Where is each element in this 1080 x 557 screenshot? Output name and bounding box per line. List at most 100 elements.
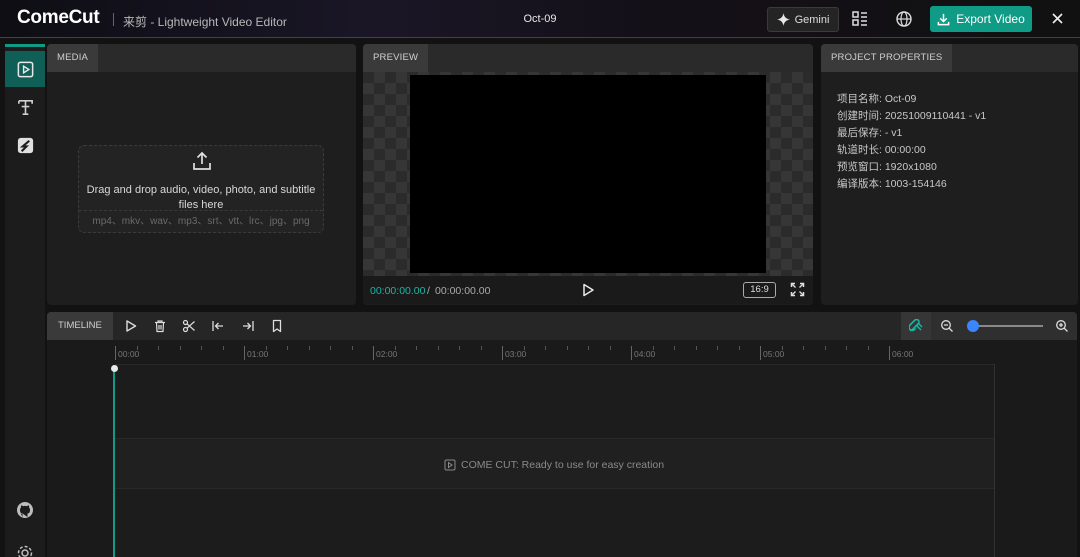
github-icon[interactable]	[16, 501, 34, 519]
ruler-minor-tick	[351, 346, 353, 350]
layout-icon[interactable]	[851, 10, 869, 28]
fullscreen-icon[interactable]	[790, 282, 805, 297]
timeline-toolbar: TIMELINE	[47, 312, 1077, 340]
zoom-controls	[931, 312, 1077, 340]
play-square-icon	[444, 459, 456, 471]
ruler-label: 04:00	[634, 349, 656, 359]
split-right-icon[interactable]	[241, 319, 255, 333]
trash-icon[interactable]	[153, 319, 167, 333]
text-icon	[17, 99, 33, 115]
ruler-minor-tick	[459, 346, 460, 350]
dropzone-text: Drag and drop audio, video, photo, and s…	[86, 184, 316, 211]
rail-item-transition[interactable]	[5, 127, 45, 163]
app-subtitle: 来剪 - Lightweight Video Editor	[123, 15, 287, 29]
tab-media[interactable]: MEDIA	[47, 44, 99, 72]
playhead[interactable]	[113, 365, 115, 557]
empty-timeline-message: COME CUT: Ready to use for easy creation	[444, 459, 664, 471]
properties-panel: PROJECT PROPERTIES 项目名称: Oct-09 创建时间: 20…	[821, 44, 1078, 305]
gemini-button[interactable]: Gemini	[767, 7, 839, 32]
ruler-minor-tick	[480, 346, 482, 350]
rail-item-media[interactable]	[5, 51, 45, 87]
ruler-minor-tick	[222, 346, 224, 350]
current-time: 00:00:00.00	[370, 285, 426, 297]
ruler-minor-tick	[781, 346, 783, 350]
prop-created-time: 创建时间: 20251009110441 - v1	[837, 110, 987, 122]
ruler-label: 01:00	[247, 349, 269, 359]
ruler-minor-tick	[846, 346, 847, 350]
divider	[113, 13, 114, 26]
ruler-minor-tick	[416, 346, 417, 350]
media-dropzone[interactable]: Drag and drop audio, video, photo, and s…	[78, 145, 324, 233]
project-title[interactable]: Oct-09	[490, 13, 590, 25]
total-duration: 00:00:00.00	[435, 285, 491, 297]
prop-build-version: 编译版本: 1003-154146	[837, 178, 947, 190]
left-rail	[5, 44, 45, 557]
zoom-in-icon[interactable]	[1055, 319, 1069, 333]
ruler-minor-tick	[867, 346, 869, 350]
track-divider	[115, 438, 994, 439]
aspect-ratio-button[interactable]: 16:9	[743, 282, 776, 298]
magnet-icon	[909, 319, 923, 332]
top-bar: ComeCut 来剪 - Lightweight Video Editor Oc…	[0, 0, 1080, 38]
prop-preview-window: 预览窗口: 1920x1080	[837, 161, 937, 173]
track-headers	[47, 364, 115, 557]
media-panel: MEDIA Drag and drop audio, video, photo,…	[47, 44, 356, 305]
ruler-minor-tick	[201, 346, 202, 350]
app-logo: ComeCut	[17, 7, 100, 28]
ruler-minor-tick	[394, 346, 396, 350]
ruler-minor-tick	[179, 346, 181, 350]
ruler-major-tick	[373, 346, 374, 360]
ruler-label: 06:00	[892, 349, 914, 359]
gemini-label: Gemini	[794, 13, 830, 26]
gear-icon[interactable]	[16, 544, 34, 557]
export-video-button[interactable]: Export Video	[930, 6, 1032, 32]
ruler-major-tick	[115, 346, 116, 360]
ruler-minor-tick	[308, 346, 310, 350]
timeline-panel: TIMELINE 00:00 01:00 02:00 03:00 04:00 0…	[47, 312, 1077, 557]
tab-preview[interactable]: PREVIEW	[363, 44, 429, 72]
ruler-label: 00:00	[118, 349, 140, 359]
prop-last-saved: 最后保存: - v1	[837, 127, 903, 139]
tab-project-properties[interactable]: PROJECT PROPERTIES	[821, 44, 953, 72]
ruler-minor-tick	[609, 346, 611, 350]
zoom-slider-track[interactable]	[973, 325, 1043, 327]
effect-icon	[17, 137, 33, 153]
ruler-minor-tick	[824, 346, 826, 350]
zoom-out-icon[interactable]	[940, 319, 954, 333]
export-label: Export Video	[956, 12, 1025, 26]
playhead-handle[interactable]	[111, 365, 118, 372]
time-ruler[interactable]: 00:00 01:00 02:00 03:00 04:00 05:00 06:00	[115, 340, 995, 364]
ruler-label: 02:00	[376, 349, 398, 359]
split-left-icon[interactable]	[211, 319, 225, 333]
play-icon[interactable]	[124, 319, 138, 333]
tab-timeline[interactable]: TIMELINE	[47, 312, 113, 340]
prop-track-duration: 轨道时长: 00:00:00	[837, 144, 926, 156]
ruler-label: 03:00	[505, 349, 527, 359]
play-icon[interactable]	[580, 282, 596, 298]
rail-item-text[interactable]	[5, 89, 45, 125]
upload-icon	[193, 151, 211, 170]
ruler-major-tick	[502, 346, 503, 360]
bookmark-icon[interactable]	[270, 319, 284, 333]
ruler-major-tick	[760, 346, 761, 360]
ruler-major-tick	[889, 346, 890, 360]
ruler-label: 05:00	[763, 349, 785, 359]
close-icon[interactable]	[1050, 11, 1065, 26]
ruler-minor-tick	[330, 346, 331, 350]
track-divider	[115, 488, 994, 489]
ruler-minor-tick	[588, 346, 589, 350]
zoom-slider-handle[interactable]	[967, 320, 979, 332]
ruler-minor-tick	[136, 346, 138, 350]
ruler-major-tick	[631, 346, 632, 360]
preview-panel: PREVIEW 00:00:00.00 / 00:00:00.00 16:9	[363, 44, 813, 305]
snap-toggle[interactable]	[901, 312, 931, 340]
track-divider	[115, 364, 994, 365]
scissors-icon[interactable]	[182, 319, 196, 333]
ruler-minor-tick	[158, 346, 159, 350]
globe-icon[interactable]	[895, 10, 913, 28]
sparkle-icon	[776, 13, 790, 26]
properties-list: 项目名称: Oct-09 创建时间: 20251009110441 - v1 最…	[837, 91, 986, 193]
time-separator: /	[427, 285, 430, 297]
supported-formats: mp4、mkv、wav、mp3、srt、vtt、lrc、jpg、png	[79, 210, 323, 234]
preview-panel-header: PREVIEW	[363, 44, 813, 72]
